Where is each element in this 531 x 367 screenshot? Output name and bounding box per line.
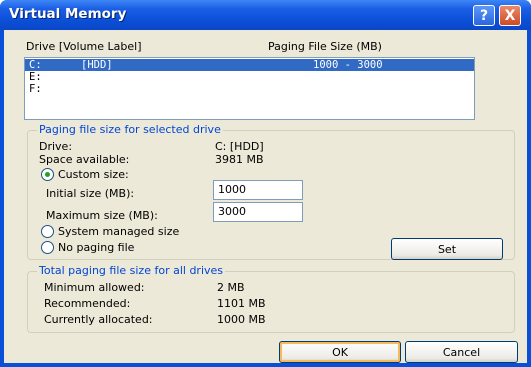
custom-size-label[interactable]: Custom size: (58, 168, 129, 181)
drive-column-header: Drive [Volume Label] (26, 40, 142, 53)
drive-value: C: [HDD] (215, 140, 264, 153)
custom-size-radio[interactable] (41, 168, 54, 181)
drive-label: Drive: (39, 140, 73, 153)
drive-letter: F: (29, 83, 42, 95)
space-available-value: 3981 MB (215, 153, 264, 166)
minimum-allowed-value: 2 MB (217, 281, 245, 294)
radio-selected-dot (45, 172, 50, 177)
paging-size-column-header: Paging File Size (MB) (268, 40, 382, 53)
drive-volume-label: [HDD] (81, 59, 113, 71)
drive-paging-size: 1000 - 3000 (313, 59, 383, 71)
recommended-value: 1101 MB (217, 297, 266, 310)
no-paging-label[interactable]: No paging file (58, 241, 134, 254)
cancel-button[interactable]: Cancel (405, 341, 518, 363)
initial-size-input[interactable]: 1000 (213, 180, 303, 200)
total-paging-legend: Total paging file size for all drives (37, 264, 226, 277)
drive-list[interactable]: C: [HDD] 1000 - 3000 E: F: (24, 57, 475, 120)
close-icon: X (504, 7, 516, 24)
space-available-label: Space available: (39, 153, 130, 166)
no-paging-radio[interactable] (41, 241, 54, 254)
currently-allocated-label: Currently allocated: (44, 313, 153, 326)
help-button[interactable]: ? (473, 5, 495, 26)
maximum-size-label: Maximum size (MB): (46, 209, 158, 222)
drive-letter: E: (29, 71, 42, 83)
maximum-size-input[interactable]: 3000 (213, 202, 303, 222)
recommended-label: Recommended: (44, 297, 131, 310)
set-button[interactable]: Set (391, 238, 503, 260)
initial-size-label: Initial size (MB): (46, 187, 135, 200)
close-button[interactable]: X (499, 5, 521, 26)
currently-allocated-value: 1000 MB (217, 313, 266, 326)
selected-drive-legend: Paging file size for selected drive (37, 123, 223, 136)
system-managed-label[interactable]: System managed size (58, 225, 179, 238)
system-managed-radio[interactable] (41, 225, 54, 238)
drive-row-f[interactable]: F: (25, 83, 474, 95)
virtual-memory-dialog: Virtual Memory ? X Drive [Volume Label] … (0, 0, 531, 367)
ok-button[interactable]: OK (279, 341, 401, 363)
window-title: Virtual Memory (9, 6, 127, 22)
drive-letter: C: (29, 59, 42, 71)
drive-row-c[interactable]: C: [HDD] 1000 - 3000 (25, 59, 474, 71)
minimum-allowed-label: Minimum allowed: (44, 281, 145, 294)
title-bar[interactable]: Virtual Memory ? X (0, 0, 531, 30)
drive-row-e[interactable]: E: (25, 71, 474, 83)
help-icon: ? (479, 7, 489, 24)
